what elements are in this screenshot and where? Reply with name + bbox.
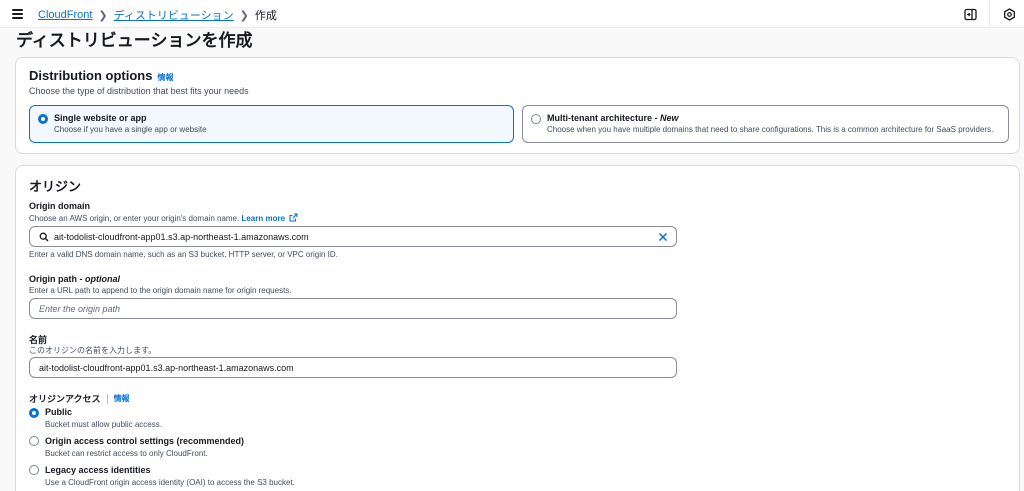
origin-path-input[interactable]: Enter the origin path [29, 298, 677, 319]
origin-domain-description-text: Choose an AWS origin, or enter your orig… [29, 214, 240, 223]
origin-path-label-text: Origin path - [29, 274, 85, 284]
page-title: ディストリビューションを作成 [16, 31, 253, 50]
origin-access-public-description: Bucket must allow public access. [45, 420, 162, 429]
breadcrumb-current: 作成 [254, 10, 277, 22]
origin-access-info-link[interactable]: 情報 [114, 393, 130, 404]
close-icon[interactable] [658, 232, 668, 244]
origin-heading: オリジン [29, 179, 82, 194]
topbar-actions [963, 0, 1024, 28]
origin-domain-hint: Enter a valid DNS domain name, such as a… [29, 250, 338, 259]
origin-name-input[interactable]: ait-todolist-cloudfront-app01.s3.ap-nort… [29, 357, 677, 378]
optional-label: optional [85, 274, 120, 284]
origin-access-public-title[interactable]: Public [45, 407, 72, 417]
learn-more-link[interactable]: Learn more [241, 214, 285, 223]
origin-access-label: オリジンアクセス 情報 [29, 392, 130, 405]
origin-domain-value: ait-todolist-cloudfront-app01.s3.ap-nort… [54, 231, 309, 242]
origin-access-legacy-radio[interactable] [29, 465, 39, 475]
single-website-title: Single website or app [54, 113, 147, 123]
origin-name-description: このオリジンの名前を入力します。 [29, 346, 157, 355]
distribution-options-description: Choose the type of distribution that bes… [29, 86, 249, 96]
origin-access-oac-radio[interactable] [29, 436, 39, 446]
top-navigation-bar: CloudFront ❯ ディストリビューション ❯ 作成 [0, 0, 1024, 28]
origin-path-label: Origin path - optional [29, 274, 120, 284]
origin-path-description: Enter a URL path to append to the origin… [29, 286, 292, 295]
settings-icon[interactable] [1002, 7, 1016, 21]
breadcrumb-distributions[interactable]: ディストリビューション [114, 7, 234, 23]
origin-domain-label: Origin domain [29, 201, 91, 211]
origin-access-label-text: オリジンアクセス [29, 394, 101, 404]
multi-tenant-description: Choose when you have multiple domains th… [547, 125, 994, 134]
origin-access-oac-title[interactable]: Origin access control settings (recommen… [45, 436, 244, 446]
origin-access-legacy-description: Use a CloudFront origin access identity … [45, 478, 295, 487]
distribution-options-info-link[interactable]: 情報 [157, 73, 173, 82]
chevron-right-icon: ❯ [98, 9, 108, 22]
single-website-description: Choose if you have a single app or websi… [54, 125, 207, 134]
distribution-options-panel: Distribution options 情報 Choose the type o… [15, 57, 1020, 154]
origin-access-legacy-title[interactable]: Legacy access identities [45, 465, 151, 475]
distribution-options-title: Distribution options [29, 68, 153, 83]
single-website-radio[interactable] [38, 114, 48, 124]
search-icon [39, 232, 49, 244]
topbar-divider [989, 0, 990, 28]
label-divider [106, 393, 108, 404]
multi-tenant-title-text: Multi-tenant architecture - [547, 113, 661, 123]
breadcrumb-cloudfront[interactable]: CloudFront [38, 9, 92, 21]
multi-tenant-title: Multi-tenant architecture - New [547, 113, 679, 123]
external-link-icon[interactable] [289, 213, 298, 224]
hamburger-menu-icon[interactable] [11, 6, 27, 22]
option-single-website-tile[interactable]: Single website or app Choose if you have… [29, 105, 514, 143]
chevron-right-icon: ❯ [239, 9, 249, 22]
new-label: New [660, 113, 679, 123]
origin-domain-input[interactable]: ait-todolist-cloudfront-app01.s3.ap-nort… [29, 226, 677, 247]
distribution-options-heading: Distribution options 情報 [29, 68, 173, 83]
origin-access-oac-description: Bucket can restrict access to only Cloud… [45, 449, 208, 458]
multi-tenant-radio[interactable] [531, 114, 541, 124]
origin-panel: オリジン Origin domain Choose an AWS origin,… [15, 165, 1020, 491]
origin-access-public-radio[interactable] [29, 408, 39, 418]
option-multi-tenant-tile[interactable]: Multi-tenant architecture - New Choose w… [522, 105, 1009, 143]
breadcrumb: CloudFront ❯ ディストリビューション ❯ 作成 [38, 7, 277, 23]
origin-path-placeholder: Enter the origin path [39, 303, 121, 314]
side-panel-icon[interactable] [963, 7, 977, 21]
origin-name-value: ait-todolist-cloudfront-app01.s3.ap-nort… [39, 362, 294, 373]
origin-domain-description: Choose an AWS origin, or enter your orig… [29, 213, 298, 224]
